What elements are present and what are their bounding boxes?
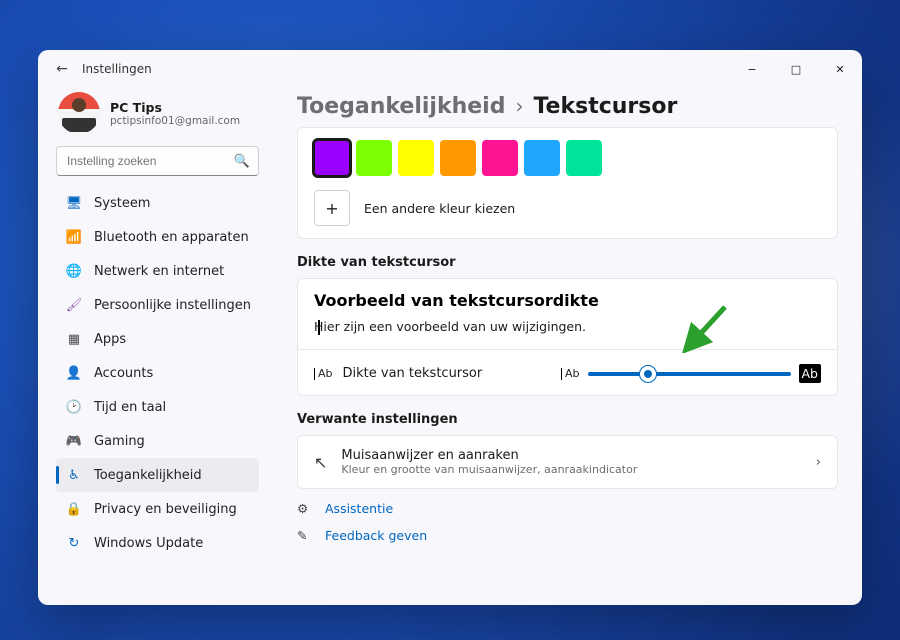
nav-label: Tijd en taal [94,400,166,415]
nav-icon: 🎮 [66,433,82,449]
nav-icon: 🖥 [66,195,82,211]
titlebar: ← Instellingen − □ ✕ [38,50,862,88]
nav-label: Gaming [94,434,145,449]
search-input[interactable] [65,153,234,169]
nav-icon: 🌐 [66,263,82,279]
settings-window: ← Instellingen − □ ✕ PC Tips pctipsinfo0… [38,50,862,605]
thickness-section-title: Dikte van tekstcursor [297,255,838,270]
nav-label: Windows Update [94,536,203,551]
sidebar-item-bluetooth-en-apparaten[interactable]: 📶 Bluetooth en apparaten [56,220,259,254]
maximize-button[interactable]: □ [774,50,818,88]
feedback-link-label: Feedback geven [325,528,427,543]
thickness-card: Voorbeeld van tekstcursordikte Hier zijn… [297,278,838,396]
sidebar: PC Tips pctipsinfo01@gmail.com 🔍 🖥 Systee… [38,88,273,605]
help-link-label: Assistentie [325,501,393,516]
cursor-thin-icon: Ab [314,367,333,380]
nav-label: Bluetooth en apparaten [94,230,249,245]
sidebar-item-windows-update[interactable]: ↻ Windows Update [56,526,259,560]
nav-icon: ▦ [66,331,82,347]
thickness-slider-label: Dikte van tekstcursor [343,366,483,381]
nav-label: Netwerk en internet [94,264,224,279]
nav-icon: 👤 [66,365,82,381]
help-link[interactable]: ⚙ Assistentie [297,501,838,516]
sidebar-item-accounts[interactable]: 👤 Accounts [56,356,259,390]
window-title: Instellingen [82,62,152,76]
sidebar-nav: 🖥 Systeem 📶 Bluetooth en apparaten 🌐 Netwerk … [56,186,259,560]
back-button[interactable]: ← [48,61,76,77]
breadcrumb-current: Tekstcursor [533,94,677,119]
user-account[interactable]: PC Tips pctipsinfo01@gmail.com [56,88,259,146]
user-name: PC Tips [110,100,240,115]
breadcrumb-parent[interactable]: Toegankelijkheid [297,94,505,119]
nav-icon: 🔒 [66,501,82,517]
add-custom-color-button[interactable]: + [314,190,350,226]
color-swatch[interactable] [398,140,434,176]
nav-label: Apps [94,332,126,347]
sidebar-item-apps[interactable]: ▦ Apps [56,322,259,356]
color-swatch[interactable] [482,140,518,176]
sidebar-item-toegankelijkheid[interactable]: ♿ Toegankelijkheid [56,458,259,492]
breadcrumb: Toegankelijkheid › Tekstcursor [297,94,838,119]
slider-min-icon: Ab [561,367,580,380]
related-item-title: Muisaanwijzer en aanraken [341,448,637,463]
slider-max-icon: Ab [799,364,822,383]
nav-icon: 🕑 [66,399,82,415]
color-swatch[interactable] [440,140,476,176]
nav-icon: 🖌 [66,297,82,313]
main-content: Toegankelijkheid › Tekstcursor + Een and… [273,88,862,605]
custom-color-label: Een andere kleur kiezen [364,201,515,216]
nav-label: Accounts [94,366,153,381]
nav-label: Persoonlijke instellingen [94,298,251,313]
color-swatch-row [314,140,821,176]
sidebar-item-netwerk-en-internet[interactable]: 🌐 Netwerk en internet [56,254,259,288]
close-button[interactable]: ✕ [818,50,862,88]
feedback-icon: ✎ [297,528,315,543]
help-icon: ⚙ [297,501,315,516]
sidebar-item-tijd-en-taal[interactable]: 🕑 Tijd en taal [56,390,259,424]
slider-track[interactable] [588,372,791,376]
nav-label: Systeem [94,196,150,211]
color-swatch[interactable] [524,140,560,176]
cursor-icon: ↖ [314,453,327,472]
thickness-preview-title: Voorbeeld van tekstcursordikte [314,291,821,310]
nav-icon: ↻ [66,535,82,551]
search-icon: 🔍 [234,154,250,169]
nav-label: Toegankelijkheid [94,468,202,483]
related-item-subtitle: Kleur en grootte van muisaanwijzer, aanr… [341,463,637,476]
color-swatch[interactable] [356,140,392,176]
nav-icon: 📶 [66,229,82,245]
minimize-button[interactable]: − [730,50,774,88]
avatar [58,92,100,134]
thickness-preview-text: Hier zijn een voorbeeld van uw wijziging… [314,319,586,334]
related-section-title: Verwante instellingen [297,412,838,427]
nav-icon: ♿ [66,467,82,483]
sidebar-item-privacy-en-beveiliging[interactable]: 🔒 Privacy en beveiliging [56,492,259,526]
feedback-link[interactable]: ✎ Feedback geven [297,528,838,543]
nav-label: Privacy en beveiliging [94,502,237,517]
color-swatch[interactable] [314,140,350,176]
sidebar-item-systeem[interactable]: 🖥 Systeem [56,186,259,220]
search-input-wrapper[interactable]: 🔍 [56,146,259,176]
sidebar-item-persoonlijke-instellingen[interactable]: 🖌 Persoonlijke instellingen [56,288,259,322]
slider-thumb[interactable] [640,366,656,382]
thickness-slider[interactable]: Ab Ab [561,364,821,383]
color-swatch[interactable] [566,140,602,176]
sidebar-item-gaming[interactable]: 🎮 Gaming [56,424,259,458]
color-card: + Een andere kleur kiezen [297,127,838,239]
chevron-right-icon: › [816,455,821,470]
user-email: pctipsinfo01@gmail.com [110,115,240,127]
chevron-right-icon: › [515,94,523,118]
related-item-mouse-touch[interactable]: ↖ Muisaanwijzer en aanraken Kleur en gro… [297,435,838,489]
